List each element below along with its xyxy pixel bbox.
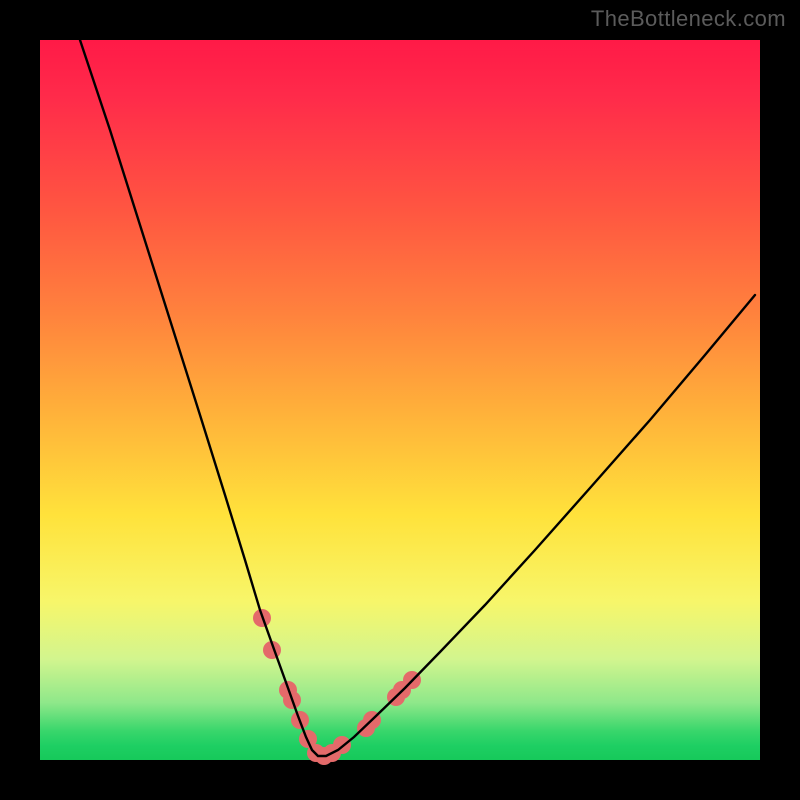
bottleneck-curve bbox=[80, 40, 755, 756]
watermark-text: TheBottleneck.com bbox=[591, 6, 786, 32]
chart-frame: TheBottleneck.com bbox=[0, 0, 800, 800]
curve-layer bbox=[40, 40, 760, 760]
markers-group bbox=[253, 609, 421, 765]
plot-area bbox=[40, 40, 760, 760]
